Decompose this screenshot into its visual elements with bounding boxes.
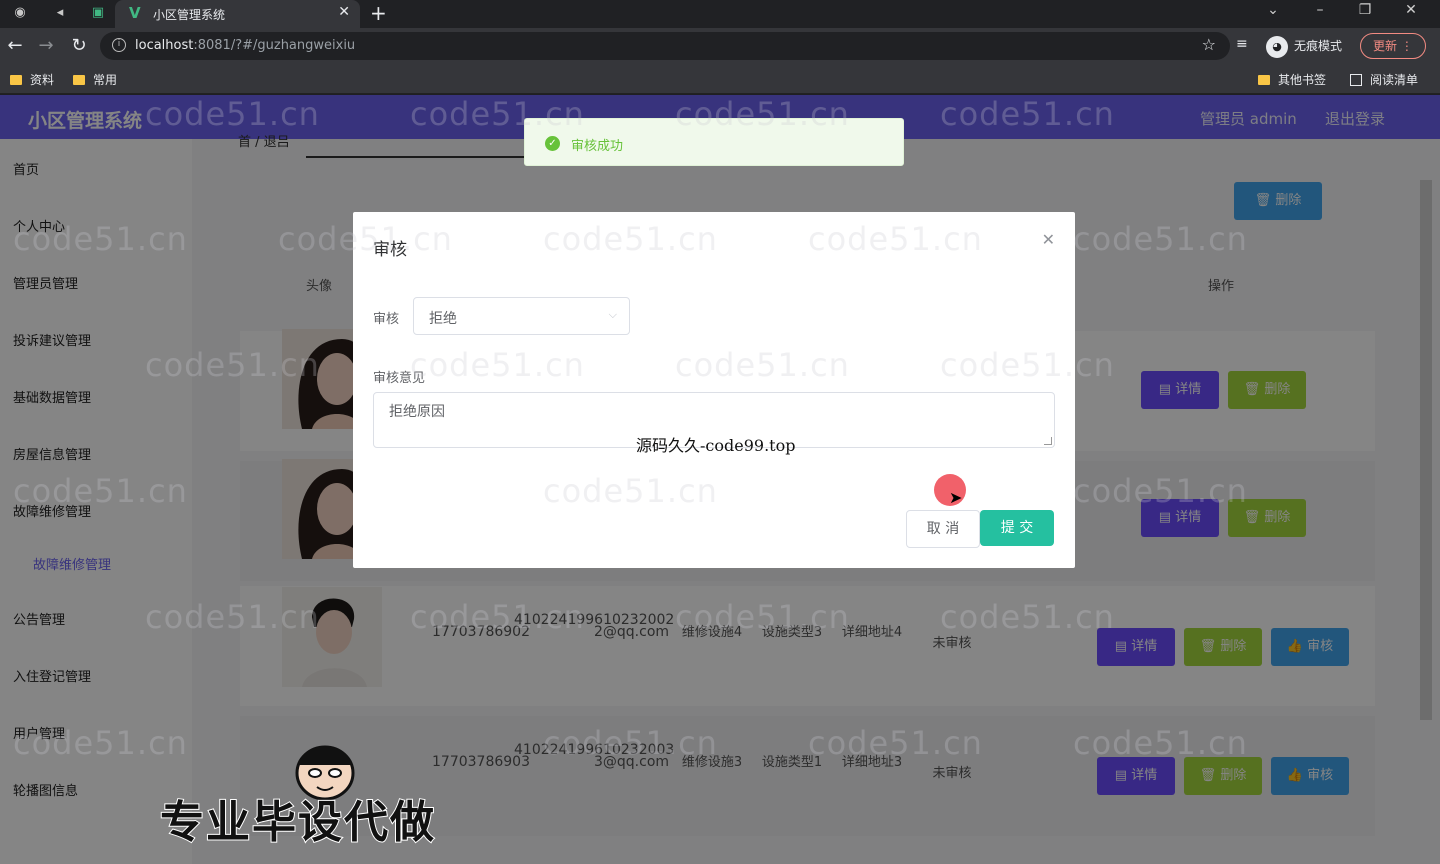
forward-icon[interactable]: → xyxy=(35,35,57,56)
folder-icon xyxy=(10,75,22,85)
opinion-text: 拒绝原因 xyxy=(389,404,445,420)
new-tab-icon[interactable]: + xyxy=(370,1,387,25)
update-button[interactable]: 更新 ⋮ xyxy=(1360,33,1426,59)
cursor-pointer-icon: ➤ xyxy=(949,488,963,507)
dialog-close-icon[interactable]: ✕ xyxy=(1042,230,1055,249)
globe-icon[interactable]: ◉ xyxy=(10,3,30,23)
url-text[interactable]: localhost:8081/?#/guzhangweixiu xyxy=(135,38,355,53)
submit-button[interactable]: 提 交 xyxy=(980,510,1054,546)
site-info-icon[interactable]: i xyxy=(112,38,126,52)
vue-icon: V xyxy=(129,4,141,22)
back-icon[interactable]: ← xyxy=(4,35,26,56)
app-favicon-icon[interactable]: ▣ xyxy=(88,3,108,23)
review-select-value: 拒绝 xyxy=(429,311,457,327)
bookmark-star-icon[interactable]: ☆ xyxy=(1202,35,1216,54)
promo-banner-text: 专业毕设代做 xyxy=(159,796,436,849)
success-toast: ✓ 审核成功 xyxy=(524,118,904,166)
chevron-down-icon: ⌵ xyxy=(608,308,617,321)
review-dialog: 审核 ✕ 审核 拒绝 ⌵ 审核意见 拒绝原因 取 消 提 交 xyxy=(353,212,1075,568)
cancel-button[interactable]: 取 消 xyxy=(906,510,980,548)
center-watermark: 源码久久-code99.top xyxy=(636,436,796,455)
check-circle-icon: ✓ xyxy=(545,136,560,151)
toast-message: 审核成功 xyxy=(571,139,624,154)
tab-close-icon[interactable]: ✕ xyxy=(338,4,350,20)
reading-list-icon xyxy=(1350,74,1362,86)
review-label: 审核 xyxy=(373,312,400,327)
screen: ◉ ◂ ▣ V 小区管理系统 ✕ + ⌄ – ❐ ✕ ← → ↻ i local… xyxy=(0,0,1440,864)
browser-tabbar: ◉ ◂ ▣ V 小区管理系统 ✕ + ⌄ – ❐ ✕ xyxy=(0,0,1440,28)
bookmark-folder-0[interactable]: 资料 xyxy=(10,71,54,88)
incognito-icon: ◕ xyxy=(1266,35,1288,58)
tab-title: 小区管理系统 xyxy=(153,8,226,22)
review-select[interactable]: 拒绝 ⌵ xyxy=(413,297,630,335)
window-close-icon[interactable]: ✕ xyxy=(1396,2,1426,18)
dialog-title: 审核 xyxy=(373,240,407,260)
bookmarks-bar: 资料 常用 其他书签 阅读清单 xyxy=(0,64,1440,94)
reload-icon[interactable]: ↻ xyxy=(68,35,90,56)
incognito-indicator[interactable]: ◕ 无痕模式 xyxy=(1266,34,1342,58)
browser-toolbar: ← → ↻ i localhost:8081/?#/guzhangweixiu … xyxy=(0,28,1440,64)
minimize-icon[interactable]: – xyxy=(1305,2,1335,18)
folder-icon xyxy=(1258,75,1270,85)
bookmark-folder-1[interactable]: 常用 xyxy=(73,71,117,88)
speaker-icon[interactable]: ◂ xyxy=(50,3,70,23)
scrollbar[interactable] xyxy=(1420,180,1432,720)
resize-handle-icon[interactable] xyxy=(1044,437,1052,445)
folder-icon xyxy=(73,75,85,85)
reading-list[interactable]: 阅读清单 xyxy=(1350,71,1418,88)
opinion-label: 审核意见 xyxy=(373,371,426,386)
restore-icon[interactable]: ❐ xyxy=(1350,2,1380,18)
browser-tab-active[interactable]: V 小区管理系统 ✕ xyxy=(115,0,360,28)
reading-mode-icon[interactable]: ≡ xyxy=(1236,36,1248,52)
tab-search-icon[interactable]: ⌄ xyxy=(1258,2,1288,18)
other-bookmarks[interactable]: 其他书签 xyxy=(1258,71,1326,88)
address-bar[interactable]: i localhost:8081/?#/guzhangweixiu ☆ xyxy=(100,32,1230,60)
